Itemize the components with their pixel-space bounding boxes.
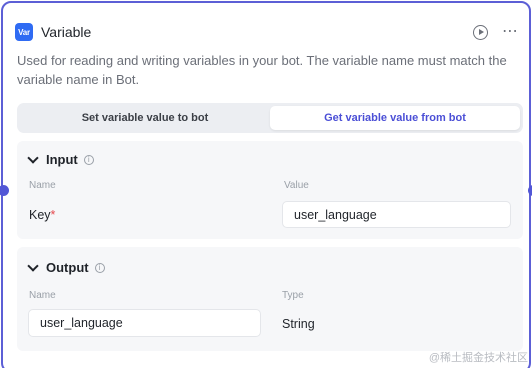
output-section-title: Output xyxy=(46,260,89,275)
input-section: Input Name Value Key* user_language xyxy=(17,141,523,239)
chevron-down-icon[interactable] xyxy=(27,151,39,164)
output-section-header[interactable]: Output xyxy=(27,259,105,275)
info-icon[interactable] xyxy=(94,262,105,273)
variable-node-card[interactable]: Var Variable ⋯ Used for reading and writ… xyxy=(0,1,532,368)
input-section-header[interactable]: Input xyxy=(27,151,94,167)
output-port[interactable] xyxy=(528,185,532,196)
output-name-column-label: Name xyxy=(29,290,56,301)
info-icon[interactable] xyxy=(83,154,94,165)
input-section-title: Input xyxy=(46,152,78,167)
variable-icon: Var xyxy=(15,23,33,41)
output-type-value: String xyxy=(282,317,315,331)
node-header: Var Variable ⋯ xyxy=(15,21,518,43)
mode-tabs: Set variable value to bot Get variable v… xyxy=(17,103,523,133)
run-icon[interactable] xyxy=(473,24,488,40)
output-type-column-label: Type xyxy=(282,290,304,301)
input-name-column-label: Name xyxy=(29,180,56,191)
watermark: @稀土掘金技术社区 xyxy=(428,352,528,364)
required-marker: * xyxy=(50,208,56,222)
tab-get-variable[interactable]: Get variable value from bot xyxy=(270,106,520,130)
input-value-column-label: Value xyxy=(284,180,309,191)
input-variable-name: Key* xyxy=(29,208,55,222)
more-options-icon[interactable]: ⋯ xyxy=(502,24,518,40)
node-title[interactable]: Variable xyxy=(41,24,91,40)
output-section: Output Name Type user_language String xyxy=(17,247,523,351)
node-description: Used for reading and writing variables i… xyxy=(17,53,507,87)
input-port[interactable] xyxy=(0,185,9,196)
tab-set-variable[interactable]: Set variable value to bot xyxy=(20,106,270,130)
chevron-down-icon[interactable] xyxy=(27,259,39,272)
input-name-text: Key xyxy=(29,208,51,222)
output-name-field[interactable]: user_language xyxy=(28,309,261,337)
input-value-field[interactable]: user_language xyxy=(282,201,511,228)
